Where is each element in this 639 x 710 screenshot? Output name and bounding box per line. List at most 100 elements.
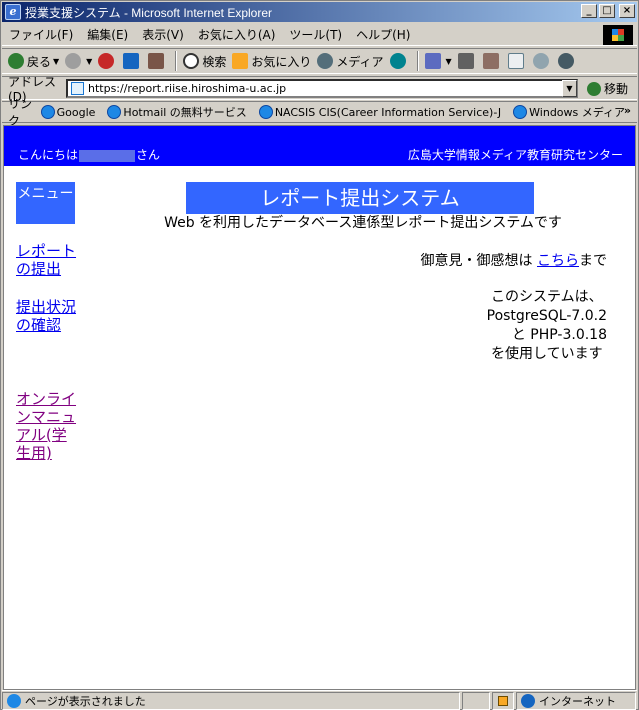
greeting-suffix: さん xyxy=(136,148,161,162)
address-bar: アドレス(D) https://report.riise.hiroshima-u… xyxy=(2,75,637,104)
chevron-down-icon[interactable]: ▼ xyxy=(86,57,92,66)
ie-page-icon xyxy=(7,693,21,708)
link-hotmail[interactable]: Hotmail の無料サービス xyxy=(107,104,247,120)
menu-edit[interactable]: 編集(E) xyxy=(80,26,135,43)
menu-favorites[interactable]: お気に入り(A) xyxy=(191,26,283,43)
refresh-button[interactable] xyxy=(123,53,142,69)
standard-toolbar: 戻る ▼ ▼ 検索 お気に入り メディア ▼ xyxy=(2,48,637,74)
zone-label: インターネット xyxy=(539,694,616,708)
ie-app-icon: e xyxy=(5,4,21,20)
history-button[interactable] xyxy=(389,53,409,69)
discuss-button[interactable] xyxy=(507,53,527,69)
menu-file[interactable]: ファイル(F) xyxy=(2,26,80,43)
page-icon xyxy=(71,82,84,95)
address-input[interactable]: https://report.riise.hiroshima-u.ac.jp xyxy=(66,79,578,98)
back-arrow-icon xyxy=(8,53,24,69)
system-info: このシステムは、 PostgreSQL-7.0.2 と PHP-3.0.18 を… xyxy=(487,288,607,364)
menu-bar: ファイル(F) 編集(E) 表示(V) お気に入り(A) ツール(T) ヘルプ(… xyxy=(2,24,637,46)
ie-page-icon xyxy=(107,105,122,119)
redacted-username xyxy=(79,149,136,162)
maximize-button[interactable]: □ xyxy=(599,4,615,18)
edit-button[interactable] xyxy=(482,53,502,69)
status-text: ページが表示されました xyxy=(25,694,146,708)
chevron-down-icon[interactable]: ▼ xyxy=(53,57,59,66)
header-banner: こんにちは さん 広島大学情報メディア教育研究センター xyxy=(4,126,635,166)
messenger-button[interactable] xyxy=(532,53,552,69)
links-label: リンク xyxy=(8,97,33,128)
feedback-link[interactable]: こちら xyxy=(537,253,579,269)
home-icon xyxy=(148,53,165,69)
media-label: メディア xyxy=(336,54,384,69)
page-content: こんにちは さん 広島大学情報メディア教育研究センター メニュー レポートの提出 … xyxy=(3,125,636,690)
online-manual-link[interactable]: オンラインマニュアル(学生用) xyxy=(16,390,78,462)
links-bar: リンク Google Hotmail の無料サービス NACSIS CIS(Ca… xyxy=(2,97,637,128)
print-icon xyxy=(457,53,474,69)
media-icon xyxy=(317,53,334,69)
stop-icon xyxy=(98,53,115,69)
feedback-prefix: 御意見・御感想は xyxy=(420,253,537,269)
forward-button[interactable]: ▼ xyxy=(65,53,92,69)
status-message: ページが表示されました xyxy=(2,691,460,710)
address-dropdown-button[interactable]: ▼ xyxy=(562,80,577,97)
favorites-button[interactable]: お気に入り xyxy=(232,53,311,70)
user-icon xyxy=(557,53,574,69)
link-windows-media[interactable]: Windows メディア xyxy=(513,104,625,120)
refresh-icon xyxy=(123,53,140,69)
submission-status-link[interactable]: 提出状況の確認 xyxy=(16,298,78,334)
messenger-icon xyxy=(532,53,549,69)
close-button[interactable]: × xyxy=(619,4,635,18)
menu-view[interactable]: 表示(V) xyxy=(135,26,191,43)
greeting: こんにちは さん xyxy=(18,146,160,163)
back-button[interactable]: 戻る ▼ xyxy=(8,53,59,70)
browser-window: e 授業支援システム - Microsoft Internet Explorer… xyxy=(0,0,639,710)
menu-tools[interactable]: ツール(T) xyxy=(282,26,349,43)
forward-arrow-icon xyxy=(65,53,82,69)
windows-logo-icon xyxy=(603,25,633,45)
link-google[interactable]: Google xyxy=(40,105,96,119)
feedback-note: 御意見・御感想は こちらまで xyxy=(421,250,607,270)
search-icon xyxy=(183,53,200,69)
user-button[interactable] xyxy=(557,53,577,69)
print-button[interactable] xyxy=(457,53,477,69)
security-zone[interactable]: インターネット xyxy=(516,691,636,710)
menu-help[interactable]: ヘルプ(H) xyxy=(349,26,417,43)
link-nacsis[interactable]: NACSIS CIS(Career Information Service)-J xyxy=(258,105,502,119)
menu-heading: メニュー xyxy=(16,182,75,224)
history-icon xyxy=(389,53,406,69)
mail-icon xyxy=(424,53,441,69)
go-label: 移動 xyxy=(604,82,629,96)
edit-icon xyxy=(482,53,499,69)
ie-page-icon xyxy=(40,105,55,119)
go-arrow-icon xyxy=(587,81,601,96)
ssl-lock-icon[interactable] xyxy=(492,691,514,710)
status-cell xyxy=(462,691,490,710)
status-bar: ページが表示されました インターネット xyxy=(2,690,637,710)
address-url[interactable]: https://report.riise.hiroshima-u.ac.jp xyxy=(88,82,286,95)
toolbar-separator xyxy=(416,51,419,71)
minimize-button[interactable]: _ xyxy=(581,4,597,18)
sysinfo-line: このシステムは、 xyxy=(491,289,603,305)
page-subtitle: Web を利用したデータベース連係型レポート提出システムです xyxy=(164,215,562,231)
discuss-icon xyxy=(507,53,524,69)
links-more-button[interactable]: » xyxy=(624,104,631,117)
search-button[interactable]: 検索 xyxy=(183,53,226,70)
search-label: 検索 xyxy=(202,54,227,69)
link-label: Google xyxy=(56,105,96,119)
go-button[interactable]: 移動 xyxy=(587,80,628,97)
page-title: レポート提出システム xyxy=(186,182,534,214)
link-label: Windows メディア xyxy=(529,106,625,119)
favorites-icon xyxy=(232,53,249,69)
link-label: NACSIS CIS(Career Information Service)-J xyxy=(274,105,502,119)
mail-button[interactable]: ▼ xyxy=(424,53,452,69)
window-title: 授業支援システム - Microsoft Internet Explorer xyxy=(25,5,273,20)
home-button[interactable] xyxy=(148,53,167,69)
submit-report-link[interactable]: レポートの提出 xyxy=(16,242,78,278)
sysinfo-line: を使用しています xyxy=(491,346,603,362)
stop-button[interactable] xyxy=(98,53,117,69)
toolbar-separator xyxy=(175,51,178,71)
media-button[interactable]: メディア xyxy=(317,53,384,70)
sysinfo-line: PostgreSQL-7.0.2 xyxy=(486,308,607,324)
back-label: 戻る xyxy=(27,54,52,69)
chevron-down-icon[interactable]: ▼ xyxy=(446,57,452,66)
favorites-label: お気に入り xyxy=(251,54,312,69)
